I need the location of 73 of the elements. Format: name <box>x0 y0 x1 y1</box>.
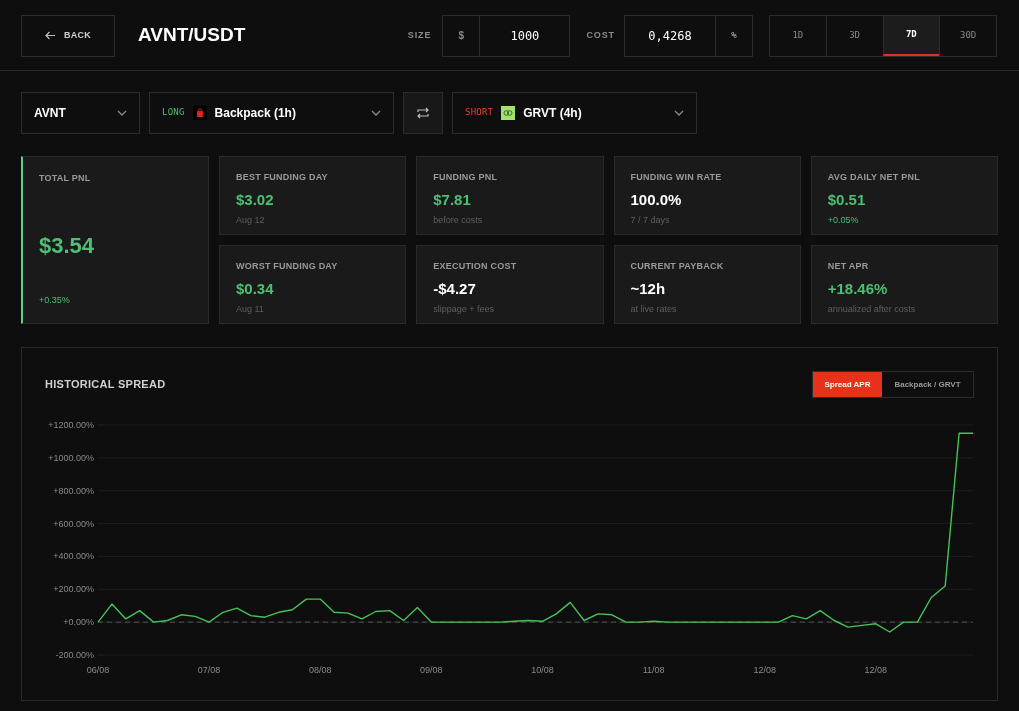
exchange-select[interactable]: LONG Backpack (1h) <box>149 92 394 134</box>
x-axis-label: 10/08 <box>531 665 554 675</box>
y-axis-label: +1200.00% <box>48 420 94 430</box>
stat-value: $7.81 <box>433 189 472 210</box>
total-pnl-value: $3.54 <box>39 231 96 260</box>
timeframe-tab[interactable]: 30D <box>939 15 996 56</box>
exchange-select[interactable]: SHORT GRVT (4h) <box>452 92 697 134</box>
stat-note: 7 / 7 days <box>630 214 671 227</box>
stat-label: NET APR <box>827 260 870 273</box>
x-axis-label: 11/08 <box>642 665 665 675</box>
x-axis-label: 06/08 <box>86 665 110 675</box>
percent-suffix: % <box>715 15 752 56</box>
stat-value: $0.51 <box>827 189 867 210</box>
chevron-down-icon <box>117 110 127 116</box>
chart-toggle[interactable]: Spread APR <box>813 372 882 397</box>
stat-value: ~12h <box>630 278 667 299</box>
exchange-name: GRVT (4h) <box>523 105 582 122</box>
cost-field[interactable]: 0,4268 % <box>624 14 753 57</box>
stat-label: CURRENT PAYBACK <box>630 260 725 273</box>
back-button[interactable]: BACK <box>21 14 115 57</box>
side-label: SHORT <box>465 106 494 120</box>
y-axis-label: +200.00% <box>53 584 94 595</box>
cost-value: 0,4268 <box>647 27 693 45</box>
rings-icon <box>501 106 516 120</box>
stat-note: Aug 11 <box>236 303 265 316</box>
chevron-down-icon <box>674 110 684 116</box>
stat-value: -$4.27 <box>433 278 477 299</box>
stat-note: at live rates <box>630 303 678 316</box>
y-axis-label: +0.00% <box>63 617 94 628</box>
stat-label: TOTAL PNL <box>39 172 92 185</box>
timeframe-tab[interactable]: 7D <box>882 15 940 56</box>
chart-title: HISTORICAL SPREAD <box>45 377 166 393</box>
y-axis-label: +600.00% <box>53 518 94 529</box>
x-axis-label: 12/08 <box>753 665 776 675</box>
x-axis-label: 07/08 <box>197 665 221 675</box>
stat-value: +18.46% <box>827 278 889 299</box>
stat-note: slippage + fees <box>433 303 496 316</box>
stat-value: 100.0% <box>630 189 683 210</box>
stat-label: BEST FUNDING DAY <box>236 171 329 184</box>
stat-label: EXECUTION COST <box>433 260 518 273</box>
timeframe-tab[interactable]: 1D <box>770 15 826 56</box>
swap-button[interactable] <box>403 92 443 134</box>
stat-label: AVG DAILY NET PNL <box>827 171 921 184</box>
pair-title: AVNT/USDT <box>138 23 246 48</box>
currency-prefix: $ <box>443 15 481 56</box>
x-axis-label: 08/08 <box>308 665 332 675</box>
y-axis-label: -200.00% <box>55 650 94 660</box>
arrow-left-icon <box>45 31 57 40</box>
stat-label: FUNDING WIN RATE <box>630 171 723 184</box>
stat-note: Aug 12 <box>236 214 266 227</box>
stat-note: before costs <box>433 214 484 227</box>
x-axis-label: 12/08 <box>864 665 888 675</box>
asset-select[interactable]: AVNT <box>21 92 140 134</box>
size-value: 1000 <box>509 27 541 45</box>
x-axis-label: 09/08 <box>420 665 443 675</box>
stat-label: WORST FUNDING DAY <box>236 260 339 273</box>
size-label: SIZE <box>407 28 432 42</box>
timeframe-tab[interactable]: 3D <box>825 15 883 56</box>
y-axis-label: +400.00% <box>53 551 94 562</box>
side-label: LONG <box>162 106 185 120</box>
swap-icon <box>416 106 430 120</box>
exchange-name: Backpack (1h) <box>214 105 296 122</box>
size-field[interactable]: $ 1000 <box>442 14 571 57</box>
total-pnl-change: +0.35% <box>39 293 71 307</box>
stat-value: $3.02 <box>236 189 275 210</box>
cost-label: COST <box>586 28 615 42</box>
stat-note: annualized after costs <box>827 303 917 316</box>
stat-value: $0.34 <box>236 278 275 299</box>
y-axis-label: +800.00% <box>53 485 94 496</box>
stat-note: +0.05% <box>827 214 860 227</box>
chevron-down-icon <box>371 110 381 116</box>
stat-label: FUNDING PNL <box>433 171 499 184</box>
y-axis-label: +1000.00% <box>48 452 94 463</box>
